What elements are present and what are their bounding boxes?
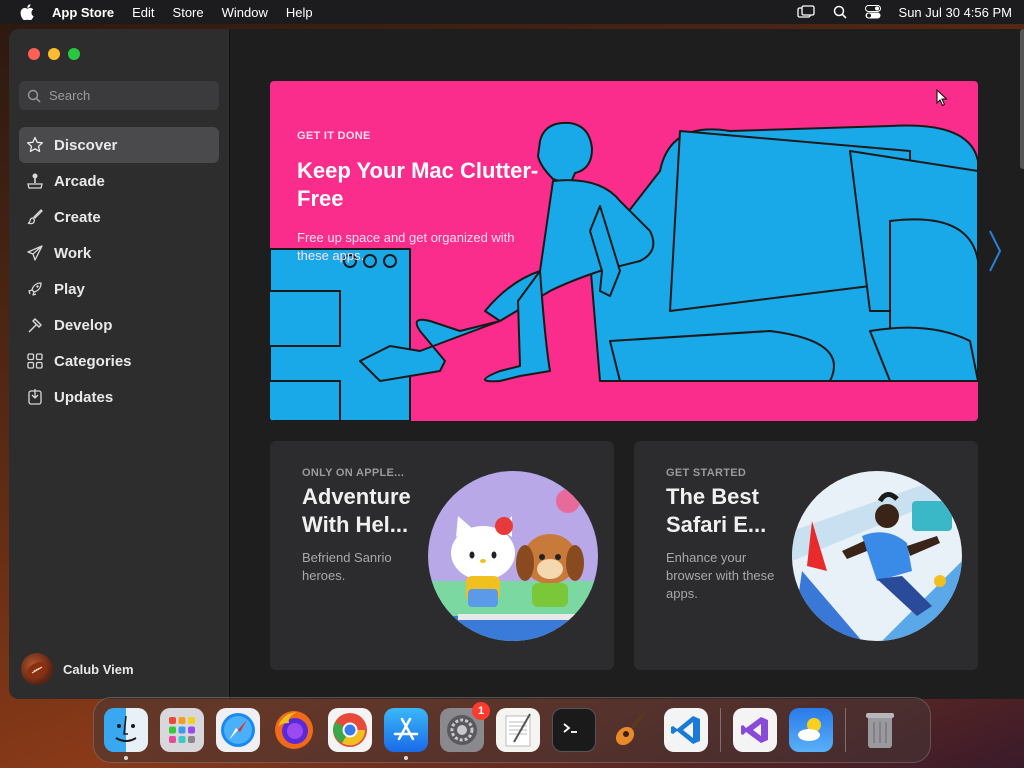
search-icon bbox=[27, 89, 41, 103]
window-controls bbox=[28, 48, 80, 60]
search-icon[interactable] bbox=[833, 5, 847, 19]
dock-safari[interactable] bbox=[216, 708, 260, 752]
hero-subtitle: Free up space and get organized with the… bbox=[297, 230, 515, 263]
menu-store[interactable]: Store bbox=[173, 5, 204, 20]
menu-window[interactable]: Window bbox=[222, 5, 268, 20]
card-title: The Best Safari E... bbox=[666, 484, 767, 537]
dock-textedit[interactable] bbox=[496, 708, 540, 752]
hero-banner[interactable]: GET IT DONE Keep Your Mac Clutter-Free F… bbox=[270, 81, 978, 421]
dock-visual-studio[interactable] bbox=[733, 708, 777, 752]
chrome-icon bbox=[333, 713, 367, 747]
dock-separator bbox=[845, 708, 846, 752]
sidebar-item-updates[interactable]: Updates bbox=[19, 379, 219, 415]
dock-terminal[interactable] bbox=[552, 708, 596, 752]
firefox-icon bbox=[275, 711, 313, 749]
running-indicator bbox=[124, 756, 128, 760]
sidebar-item-create[interactable]: Create bbox=[19, 199, 219, 235]
rocket-icon bbox=[25, 279, 45, 299]
guitar-icon bbox=[615, 713, 646, 746]
app-store-icon bbox=[393, 717, 419, 741]
safari-icon bbox=[221, 713, 255, 747]
brush-icon bbox=[25, 207, 45, 227]
weather-icon bbox=[798, 718, 821, 741]
close-button[interactable] bbox=[28, 48, 40, 60]
card-artwork bbox=[792, 471, 962, 641]
launchpad-icon bbox=[169, 717, 195, 743]
vscode-icon bbox=[671, 716, 700, 744]
apple-icon[interactable] bbox=[20, 4, 34, 20]
story-card-adventure[interactable]: ONLY ON APPLE... Adventure With Hel... B… bbox=[270, 441, 614, 670]
user-account[interactable]: Calub Viem bbox=[21, 653, 134, 685]
sidebar-item-discover[interactable]: Discover bbox=[19, 127, 219, 163]
hero-title: Keep Your Mac Clutter-Free bbox=[297, 158, 539, 211]
dock-firefox[interactable] bbox=[272, 708, 316, 752]
sidebar-item-play[interactable]: Play bbox=[19, 271, 219, 307]
story-card-safari[interactable]: GET STARTED The Best Safari E... Enhance… bbox=[634, 441, 978, 670]
menu-app-name[interactable]: App Store bbox=[52, 5, 114, 20]
visual-studio-icon bbox=[741, 717, 768, 743]
minimize-button[interactable] bbox=[48, 48, 60, 60]
textedit-icon bbox=[505, 713, 531, 747]
sidebar-item-label: Develop bbox=[54, 316, 113, 334]
menu-help[interactable]: Help bbox=[286, 5, 313, 20]
finder-icon bbox=[115, 715, 137, 742]
user-name: Calub Viem bbox=[63, 661, 134, 677]
dock-app-store[interactable] bbox=[384, 708, 428, 760]
sidebar-item-work[interactable]: Work bbox=[19, 235, 219, 271]
card-description: Befriend Sanrio heroes. bbox=[302, 550, 392, 583]
grid-icon bbox=[25, 351, 45, 371]
card-description: Enhance your browser with these apps. bbox=[666, 550, 775, 601]
notification-badge: 1 bbox=[472, 702, 490, 720]
download-icon bbox=[25, 387, 45, 407]
scrollbar[interactable] bbox=[1020, 29, 1024, 169]
sidebar-item-label: Create bbox=[54, 208, 101, 226]
dock-trash[interactable] bbox=[858, 708, 902, 752]
sidebar-item-develop[interactable]: Develop bbox=[19, 307, 219, 343]
search-field[interactable]: Search bbox=[19, 81, 219, 110]
running-indicator bbox=[404, 756, 408, 760]
screen-mirroring-icon[interactable] bbox=[796, 5, 815, 19]
control-center-icon[interactable] bbox=[864, 5, 881, 19]
sidebar-item-label: Arcade bbox=[54, 172, 105, 190]
search-placeholder: Search bbox=[49, 88, 91, 103]
avatar bbox=[21, 653, 53, 685]
hero-eyebrow: GET IT DONE bbox=[297, 130, 371, 142]
dock-chrome[interactable] bbox=[328, 708, 372, 752]
star-icon bbox=[25, 135, 45, 155]
dock-system-settings[interactable]: 1 bbox=[440, 702, 490, 752]
menu-edit[interactable]: Edit bbox=[132, 5, 154, 20]
chevron-right-icon[interactable] bbox=[988, 229, 1002, 273]
sidebar-item-arcade[interactable]: Arcade bbox=[19, 163, 219, 199]
card-title: Adventure With Hel... bbox=[302, 484, 411, 537]
card-eyebrow: GET STARTED bbox=[666, 467, 747, 479]
zoom-button[interactable] bbox=[68, 48, 80, 60]
mouse-cursor bbox=[936, 89, 948, 107]
dock-weather[interactable] bbox=[789, 708, 833, 752]
dock-finder[interactable] bbox=[104, 708, 148, 760]
hammer-icon bbox=[25, 315, 45, 335]
sidebar-nav: Discover Arcade Create Work Play Develop bbox=[19, 127, 219, 415]
sidebar: Search Discover Arcade Create Work Play bbox=[9, 29, 230, 699]
sidebar-item-label: Work bbox=[54, 244, 92, 262]
terminal-icon bbox=[563, 723, 577, 733]
dock-separator bbox=[720, 708, 721, 752]
sidebar-item-label: Play bbox=[54, 280, 85, 298]
app-store-window: Search Discover Arcade Create Work Play bbox=[9, 29, 1024, 699]
dock-launchpad[interactable] bbox=[160, 708, 204, 752]
paper-plane-icon bbox=[25, 243, 45, 263]
sidebar-item-label: Updates bbox=[54, 388, 114, 406]
menu-clock[interactable]: Sun Jul 30 4:56 PM bbox=[899, 5, 1012, 20]
sidebar-item-categories[interactable]: Categories bbox=[19, 343, 219, 379]
card-artwork bbox=[428, 471, 598, 641]
trash-icon bbox=[866, 713, 894, 748]
dock: 1 bbox=[93, 697, 931, 763]
sidebar-item-label: Discover bbox=[54, 136, 118, 154]
dock-garageband[interactable] bbox=[608, 708, 652, 752]
dock-vscode[interactable] bbox=[664, 708, 708, 752]
joystick-icon bbox=[25, 171, 45, 191]
main-content: GET IT DONE Keep Your Mac Clutter-Free F… bbox=[230, 29, 1024, 699]
menu-bar: App Store Edit Store Window Help Sun Jul… bbox=[0, 0, 1024, 24]
card-eyebrow: ONLY ON APPLE... bbox=[302, 467, 405, 479]
sidebar-item-label: Categories bbox=[54, 352, 132, 370]
